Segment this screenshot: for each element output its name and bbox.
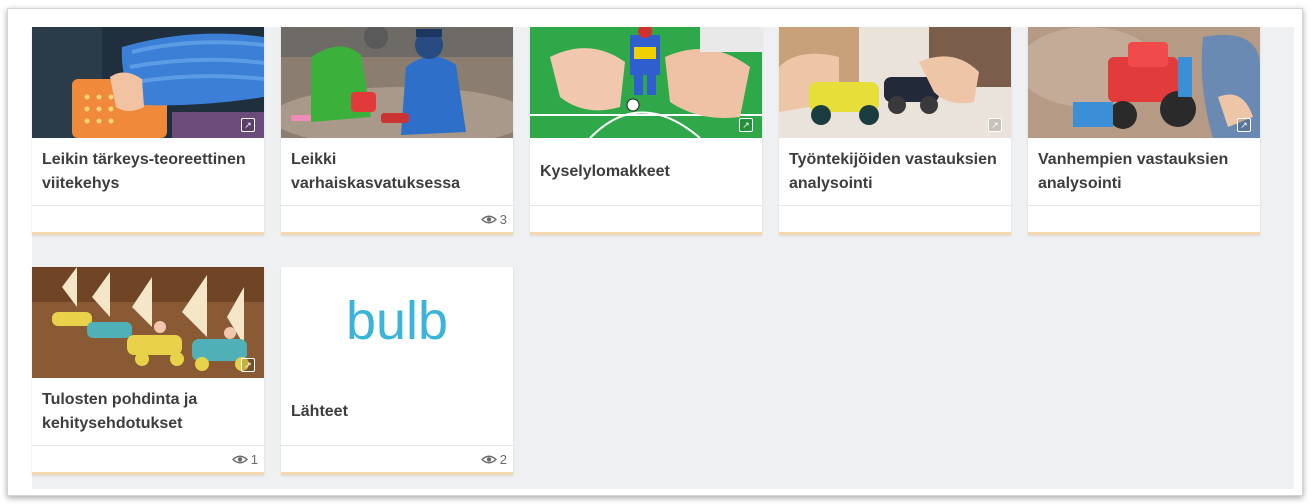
card-leikin-tarkeys[interactable]: ↗ Leikin tärkeys-teoreettinen viitekehys [32,27,264,235]
card-thumbnail [281,27,513,138]
view-count: 1 [250,451,258,467]
card-title: Leikki varhaiskasvatuksessa [281,138,513,206]
card-footer: 3 [281,206,513,232]
card-title: Kyselylomakkeet [530,138,762,206]
toy-car-image [779,27,1011,138]
card-footer [779,206,1011,232]
card-tyontekijoiden-vastauksien[interactable]: ↗ Työntekijöiden vastauksien analysointi [779,27,1011,235]
child-blue-sleeve-image [32,27,264,138]
external-link-icon[interactable]: ↗ [241,358,255,372]
external-link-icon[interactable]: ↗ [739,118,753,132]
card-footer: 1 [32,446,264,472]
soccer-figure-image [530,27,762,138]
view-count: 2 [499,451,507,467]
card-title: Leikin tärkeys-teoreettinen viitekehys [32,138,264,206]
view-count: 3 [499,211,507,227]
external-link-icon[interactable]: ↗ [241,118,255,132]
card-tulosten-pohdinta[interactable]: ↗ Tulosten pohdinta ja kehitysehdotukset… [32,267,264,475]
card-title: Vanhempien vastauksien analysointi [1028,138,1260,206]
card-footer [530,206,762,232]
card-leikki-varhaiskasvatuksessa[interactable]: Leikki varhaiskasvatuksessa 3 [281,27,513,235]
card-board: ↗ Leikin tärkeys-teoreettinen viitekehys [32,27,1294,489]
bulb-logo: bulb [281,267,513,378]
svg-text:bulb: bulb [346,291,448,351]
toy-sailboats-image [32,267,264,378]
padlet-frame: ↗ Leikin tärkeys-teoreettinen viitekehys [7,8,1303,496]
card-thumbnail: ↗ [530,27,762,138]
card-title: Lähteet [281,378,513,446]
card-title: Tulosten pohdinta ja kehitysehdotukset [32,378,264,446]
card-thumbnail: ↗ [779,27,1011,138]
card-kyselylomakkeet[interactable]: ↗ Kyselylomakkeet [530,27,762,235]
card-thumbnail: ↗ [32,267,264,378]
card-thumbnail: ↗ [32,27,264,138]
children-sandbox-image [281,27,513,138]
eye-icon [231,455,248,463]
card-footer [32,206,264,232]
card-title: Työntekijöiden vastauksien analysointi [779,138,1011,206]
card-footer: 2 [281,446,513,472]
external-link-icon[interactable]: ↗ [988,118,1002,132]
eye-icon [480,215,497,223]
card-lahteet[interactable]: bulb Lähteet 2 [281,267,513,475]
card-thumbnail: ↗ [1028,27,1260,138]
toy-tractor-sand-image [1028,27,1260,138]
external-link-icon[interactable]: ↗ [1237,118,1251,132]
card-thumbnail: bulb [281,267,513,378]
eye-icon [480,455,497,463]
card-vanhempien-vastauksien[interactable]: ↗ Vanhempien vastauksien analysointi [1028,27,1260,235]
card-footer [1028,206,1260,232]
